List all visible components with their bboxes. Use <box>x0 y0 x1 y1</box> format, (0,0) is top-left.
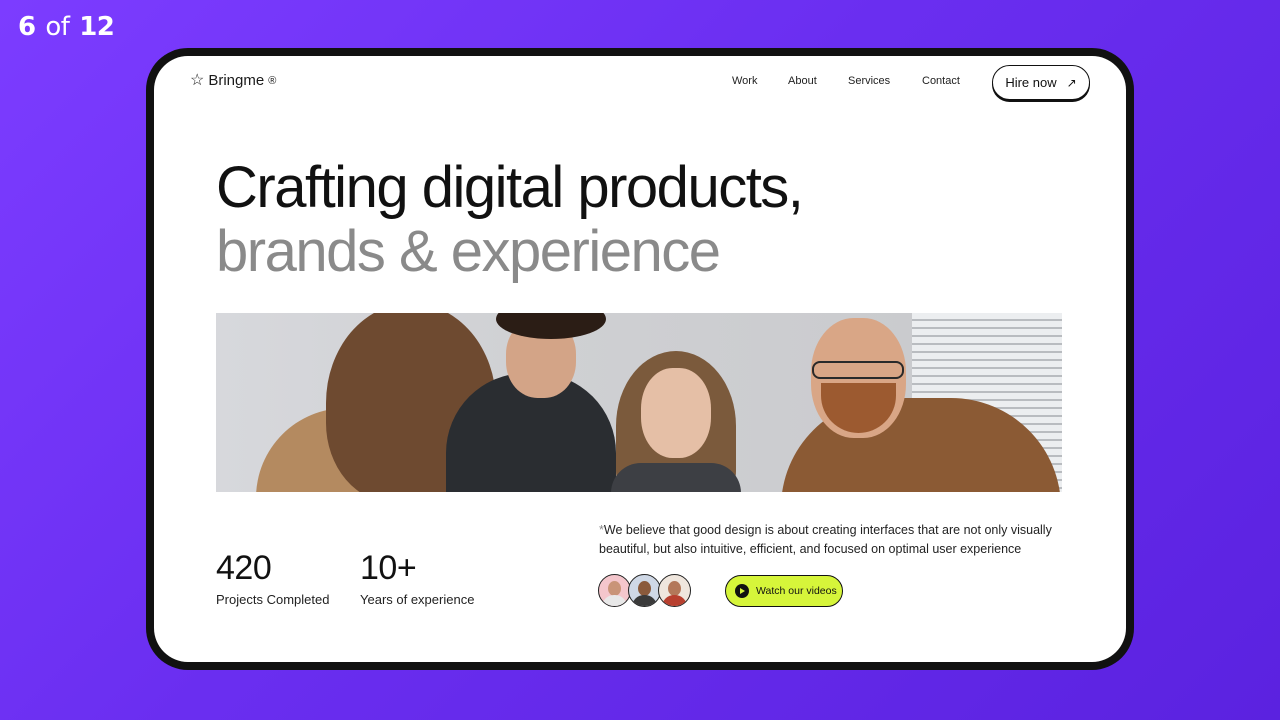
stat-experience: 10+ Years of experience <box>360 550 474 607</box>
hero-headline: Crafting digital products, brands & expe… <box>216 155 804 284</box>
nav-menu: Work About Services Contact <box>732 75 982 87</box>
person-4-glasses <box>812 361 904 379</box>
headline-line-2: brands & experience <box>216 219 721 284</box>
person-3-face <box>641 368 711 458</box>
website-screen: ☆ Bringme ® Work About Services Contact H… <box>154 56 1126 662</box>
stat-experience-label: Years of experience <box>360 592 475 607</box>
avatar <box>598 574 631 607</box>
stat-projects: 420 Projects Completed <box>216 550 329 607</box>
top-navigation: ☆ Bringme ® Work About Services Contact H… <box>154 56 1126 116</box>
nav-item-services[interactable]: Services <box>848 75 922 87</box>
headline-line-1: Crafting digital products, <box>216 155 804 220</box>
team-photo <box>216 313 1062 492</box>
person-3-body <box>611 463 741 492</box>
slide-current: 6 <box>18 12 36 42</box>
arrow-up-right-icon: ↗ <box>1066 75 1077 90</box>
nav-item-about[interactable]: About <box>788 75 848 87</box>
nav-item-contact[interactable]: Contact <box>922 75 982 87</box>
stat-projects-label: Projects Completed <box>216 592 330 607</box>
hire-now-button[interactable]: Hire now ↗ <box>992 65 1090 100</box>
mission-quote: *We believe that good design is about cr… <box>599 521 1069 559</box>
device-frame: ☆ Bringme ® Work About Services Contact H… <box>146 48 1134 670</box>
avatar <box>658 574 691 607</box>
slide-counter: 6 of 12 <box>18 12 115 42</box>
avatar <box>628 574 661 607</box>
nav-item-work[interactable]: Work <box>732 75 788 87</box>
star-icon: ☆ <box>190 71 205 89</box>
play-icon <box>735 584 749 598</box>
stat-projects-value: 420 <box>216 549 272 587</box>
watch-videos-button[interactable]: Watch our videos <box>725 575 843 607</box>
team-avatars <box>598 574 691 607</box>
brand-name: Bringme <box>208 72 265 89</box>
stat-experience-value: 10+ <box>360 549 417 587</box>
brand-logo[interactable]: ☆ Bringme ® <box>190 72 276 89</box>
registered-mark: ® <box>268 74 277 87</box>
quote-text: We believe that good design is about cre… <box>599 523 1052 556</box>
watch-videos-label: Watch our videos <box>756 585 837 597</box>
hire-now-label: Hire now <box>1005 75 1057 90</box>
slide-total: 12 <box>79 12 115 42</box>
slide-separator: of <box>45 12 70 42</box>
